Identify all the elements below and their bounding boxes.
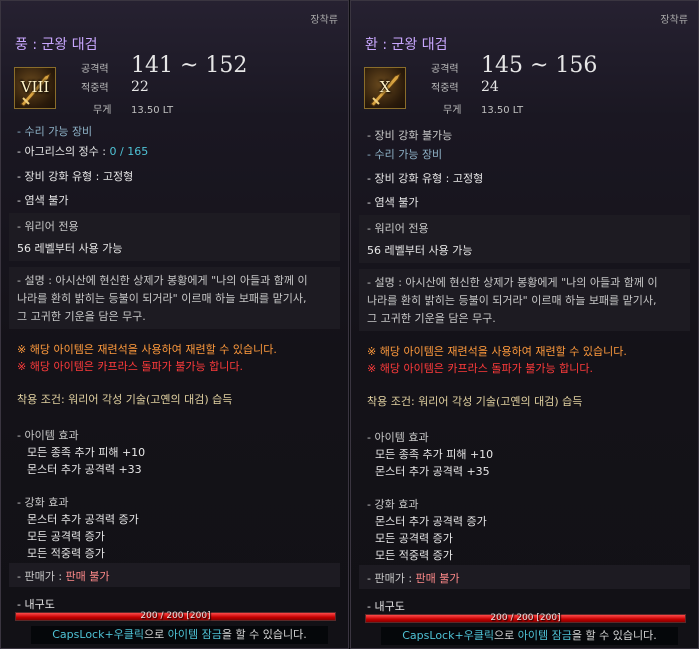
weight-stat: 무게 13.50 LT [443, 105, 524, 116]
enhance-effect-1: 몬스터 추가 공격력 증가 [375, 515, 487, 528]
description-line-1: - 설명 : 아시산에 현신한 상제가 봉황에게 "나의 아들과 함께 이 [367, 276, 658, 289]
item-lock-hint: CapsLock+우클릭으로 아이템 잠금을 할 수 있습니다. [381, 627, 678, 645]
enhance-effect-3: 모든 적중력 증가 [375, 549, 453, 562]
sell-price: - 판매가 : 판매 불가 [367, 572, 460, 585]
attack-stat: 공격력 141 ~ 152 [81, 53, 248, 78]
greatsword-icon[interactable]: VIII [14, 67, 56, 109]
item-category: 장착류 [310, 15, 338, 26]
accuracy-stat: 적중력 22 [81, 79, 149, 95]
enhance-effect-2: 모든 공격력 증가 [27, 530, 105, 543]
description-line-1: - 설명 : 아시산에 현신한 상제가 봉황에게 "나의 아들과 함께 이 [17, 274, 308, 287]
enhance-effect-title: - 강화 효과 [367, 498, 419, 511]
attack-stat: 공격력 145 ~ 156 [431, 53, 598, 78]
refine-note: ※ 해당 아이템은 재련석을 사용하여 재련할 수 있습니다. [367, 345, 627, 358]
repair-note: - 수리 가능 장비 [17, 125, 93, 138]
equip-condition: 착용 조건: 워리어 각성 기술(고옌의 대검) 습득 [17, 393, 233, 406]
level-requirement: 56 레벨부터 사용 가능 [17, 242, 123, 255]
enhance-effect-title: - 강화 효과 [17, 496, 69, 509]
enhance-effect-3: 모든 적중력 증가 [27, 547, 105, 560]
accuracy-stat: 적중력 24 [431, 79, 499, 95]
item-effect-1: 모든 종족 추가 피해 +10 [27, 446, 146, 459]
item-name: 풍 : 군왕 대검 [15, 37, 98, 53]
description-line-3: 그 고귀한 기운을 담은 무구. [17, 310, 146, 323]
enhance-effect-1: 몬스터 추가 공격력 증가 [27, 513, 139, 526]
item-effect-title: - 아이템 효과 [17, 429, 79, 442]
item-effect-2: 몬스터 추가 공격력 +33 [27, 463, 142, 476]
durability-bar: 200 / 200 [200] [365, 613, 686, 623]
item-name: 환 : 군왕 대검 [365, 37, 448, 53]
enhance-grade-label: VIII [20, 78, 50, 96]
item-effect-title: - 아이템 효과 [367, 431, 429, 444]
durability-bar: 200 / 200 [200] [15, 611, 336, 621]
durability-label: - 내구도 [17, 598, 55, 611]
equip-condition: 착용 조건: 워리어 각성 기술(고옌의 대검) 습득 [367, 395, 583, 408]
item-tooltip-left: 장착류 풍 : 군왕 대검 VIII 공격력 141 ~ 152 적중력 22 … [0, 0, 349, 649]
capras-note: ※ 해당 아이템은 카프라스 돌파가 불가능 합니다. [17, 360, 243, 373]
durability-text: 200 / 200 [200] [140, 611, 211, 621]
capras-note: ※ 해당 아이템은 카프라스 돌파가 불가능 합니다. [367, 362, 593, 375]
enhance-type: - 장비 강화 유형 : 고정형 [367, 172, 484, 185]
greatsword-icon[interactable]: X [364, 67, 406, 109]
item-tooltip-right: 장착류 환 : 군왕 대검 X 공격력 145 ~ 156 적중력 24 무게 … [350, 0, 699, 649]
dye-note: - 염색 불가 [17, 194, 69, 207]
agris-essence: - 아그리스의 정수 : 0 / 165 [17, 145, 149, 158]
item-effect-1: 모든 종족 추가 피해 +10 [375, 448, 494, 461]
enhance-type: - 장비 강화 유형 : 고정형 [17, 170, 134, 183]
enhance-grade-label: X [379, 78, 391, 96]
no-enhance-note: - 장비 강화 불가능 [367, 129, 453, 142]
durability-text: 200 / 200 [200] [490, 613, 561, 623]
description-line-2: 나라를 환히 밝히는 등불이 되거라" 이르매 하늘 보패를 맡기사, [17, 292, 307, 305]
sell-price: - 판매가 : 판매 불가 [17, 570, 110, 583]
durability-label: - 내구도 [367, 600, 405, 613]
repair-note: - 수리 가능 장비 [367, 148, 443, 161]
description-line-3: 그 고귀한 기운을 담은 무구. [367, 312, 496, 325]
class-only: - 워리어 전용 [367, 222, 429, 235]
weight-stat: 무게 13.50 LT [93, 105, 174, 116]
refine-note: ※ 해당 아이템은 재련석을 사용하여 재련할 수 있습니다. [17, 343, 277, 356]
description-line-2: 나라를 환히 밝히는 등불이 되거라" 이르매 하늘 보패를 맡기사, [367, 294, 657, 307]
item-category: 장착류 [660, 15, 688, 26]
dye-note: - 염색 불가 [367, 196, 419, 209]
enhance-effect-2: 모든 공격력 증가 [375, 532, 453, 545]
item-effect-2: 몬스터 추가 공격력 +35 [375, 465, 490, 478]
item-lock-hint: CapsLock+우클릭으로 아이템 잠금을 할 수 있습니다. [31, 626, 328, 644]
class-only: - 워리어 전용 [17, 220, 79, 233]
level-requirement: 56 레벨부터 사용 가능 [367, 244, 473, 257]
